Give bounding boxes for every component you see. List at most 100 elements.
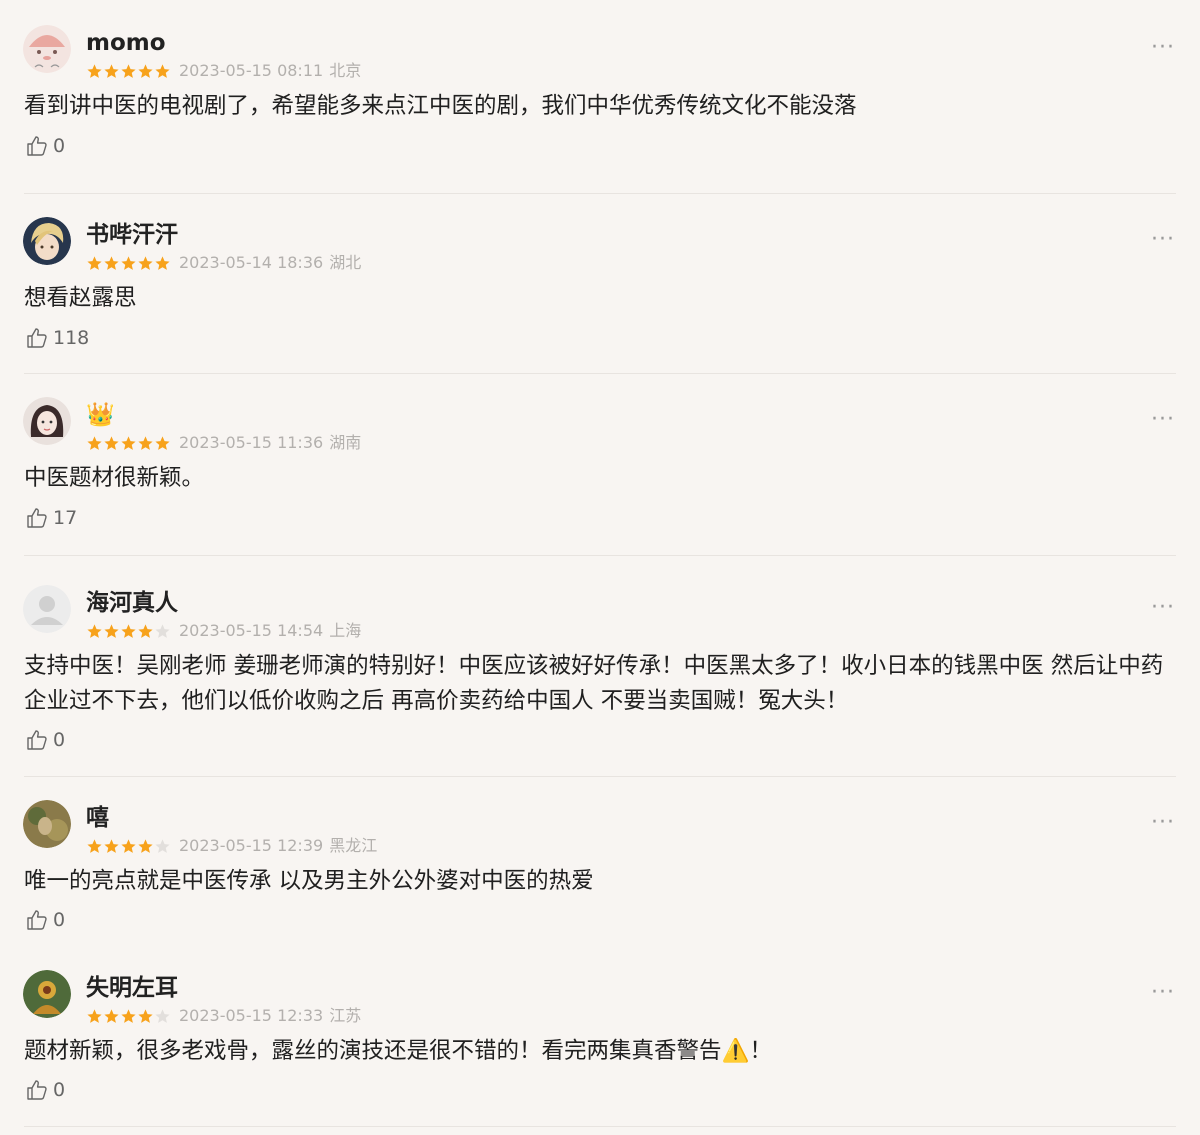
- star-filled-icon: [121, 838, 136, 853]
- star-filled-icon: [87, 838, 102, 853]
- star-empty-icon: [155, 623, 170, 638]
- star-filled-icon: [138, 255, 153, 270]
- like-button[interactable]: 0: [25, 908, 65, 932]
- comment-text: 看到讲中医的电视剧了，希望能多来点江中医的剧，我们中华优秀传统文化不能没落: [24, 93, 857, 119]
- comment-meta: 2023-05-15 12:39 黑龙江: [86, 836, 377, 856]
- like-button[interactable]: 17: [25, 506, 77, 530]
- like-count: 0: [53, 909, 66, 931]
- like-count: 118: [53, 327, 90, 349]
- avatar[interactable]: [23, 585, 71, 633]
- star-rating: [86, 1008, 171, 1025]
- comment-date: 2023-05-15 14:54: [179, 621, 324, 640]
- green-figure-avatar-icon: [23, 970, 71, 1018]
- star-filled-icon: [104, 623, 119, 638]
- star-filled-icon: [87, 435, 102, 450]
- comment-location: 湖南: [329, 433, 362, 452]
- more-options-button[interactable]: ···: [1140, 812, 1186, 834]
- like-button[interactable]: 118: [25, 326, 89, 350]
- pink-character-avatar-icon: [23, 25, 71, 73]
- comment-location: 黑龙江: [329, 836, 378, 855]
- comment-text: 支持中医！吴刚老师 姜珊老师演的特别好！中医应该被好好传承！中医黑太多了！收小日…: [24, 653, 1164, 714]
- username[interactable]: 失明左耳: [86, 974, 178, 1002]
- like-count: 0: [53, 135, 66, 157]
- comment-meta: 2023-05-15 11:36 湖南: [86, 433, 361, 453]
- more-options-button[interactable]: ···: [1140, 597, 1186, 619]
- star-filled-icon: [104, 1008, 119, 1023]
- comment-location: 江苏: [329, 1006, 362, 1025]
- like-button[interactable]: 0: [25, 134, 65, 158]
- comment-meta: 2023-05-15 12:33 江苏: [86, 1006, 361, 1026]
- star-filled-icon: [155, 63, 170, 78]
- star-filled-icon: [104, 63, 119, 78]
- like-button[interactable]: 0: [25, 728, 65, 752]
- thumbs-up-icon: [27, 136, 47, 156]
- more-options-button[interactable]: ···: [1140, 409, 1186, 431]
- username[interactable]: 👑: [86, 401, 115, 429]
- avatar[interactable]: [23, 217, 71, 265]
- comment-feed: momo 2023-05-15 08:11 北京 ··· 看到讲中医的电视剧了，…: [0, 0, 1200, 1135]
- star-rating: [86, 623, 171, 640]
- thumbs-up-icon: [27, 328, 47, 348]
- divider: [24, 776, 1176, 777]
- comment-meta: 2023-05-14 18:36 湖北: [86, 253, 361, 273]
- comment-date: 2023-05-15 12:33: [179, 1006, 324, 1025]
- more-options-button[interactable]: ···: [1140, 229, 1186, 251]
- like-count: 0: [53, 1079, 66, 1101]
- username[interactable]: 嘻: [86, 804, 109, 832]
- star-filled-icon: [138, 63, 153, 78]
- comment-meta: 2023-05-15 14:54 上海: [86, 621, 361, 641]
- avatar[interactable]: [23, 25, 71, 73]
- default-gray-avatar-icon: [23, 585, 71, 633]
- like-button[interactable]: 0: [25, 1078, 65, 1102]
- comment-date: 2023-05-14 18:36: [179, 253, 324, 272]
- star-filled-icon: [121, 63, 136, 78]
- star-filled-icon: [138, 1008, 153, 1023]
- comment-text: 中医题材很新颖。: [24, 465, 205, 491]
- avatar[interactable]: [23, 800, 71, 848]
- star-filled-icon: [104, 255, 119, 270]
- comment-text: 唯一的亮点就是中医传承 以及男主外公外婆对中医的热爱: [24, 868, 594, 894]
- thumbs-up-icon: [27, 508, 47, 528]
- star-filled-icon: [87, 623, 102, 638]
- comment-text: 题材新颖，很多老戏骨，露丝的演技还是很不错的！看完两集真香警告⚠️！: [24, 1038, 773, 1064]
- thumbs-up-icon: [27, 730, 47, 750]
- star-rating: [86, 63, 171, 80]
- divider: [24, 555, 1176, 556]
- comment-location: 湖北: [329, 253, 362, 272]
- photo-avatar-icon: [23, 800, 71, 848]
- comment-location: 上海: [329, 621, 362, 640]
- comment-date: 2023-05-15 08:11: [179, 61, 324, 80]
- star-empty-icon: [155, 1008, 170, 1023]
- comment-meta: 2023-05-15 08:11 北京: [86, 61, 361, 81]
- blond-character-avatar-icon: [23, 217, 71, 265]
- star-filled-icon: [155, 255, 170, 270]
- star-filled-icon: [87, 63, 102, 78]
- star-empty-icon: [155, 838, 170, 853]
- divider: [24, 193, 1176, 194]
- star-filled-icon: [87, 1008, 102, 1023]
- more-options-button[interactable]: ···: [1140, 982, 1186, 1004]
- username[interactable]: 海河真人: [86, 589, 178, 617]
- star-filled-icon: [87, 255, 102, 270]
- more-options-button[interactable]: ···: [1140, 37, 1186, 59]
- comment-date: 2023-05-15 12:39: [179, 836, 324, 855]
- thumbs-up-icon: [27, 910, 47, 930]
- divider: [24, 373, 1176, 374]
- star-rating: [86, 255, 171, 272]
- avatar[interactable]: [23, 397, 71, 445]
- comment-location: 北京: [329, 61, 362, 80]
- star-rating: [86, 435, 171, 452]
- thumbs-up-icon: [27, 1080, 47, 1100]
- star-filled-icon: [138, 623, 153, 638]
- like-count: 0: [53, 729, 66, 751]
- avatar[interactable]: [23, 970, 71, 1018]
- comment-date: 2023-05-15 11:36: [179, 433, 324, 452]
- star-rating: [86, 838, 171, 855]
- star-filled-icon: [121, 1008, 136, 1023]
- username[interactable]: 书哔汗汗: [86, 221, 178, 249]
- star-filled-icon: [121, 435, 136, 450]
- star-filled-icon: [138, 435, 153, 450]
- star-filled-icon: [121, 255, 136, 270]
- star-filled-icon: [138, 838, 153, 853]
- username[interactable]: momo: [86, 29, 166, 57]
